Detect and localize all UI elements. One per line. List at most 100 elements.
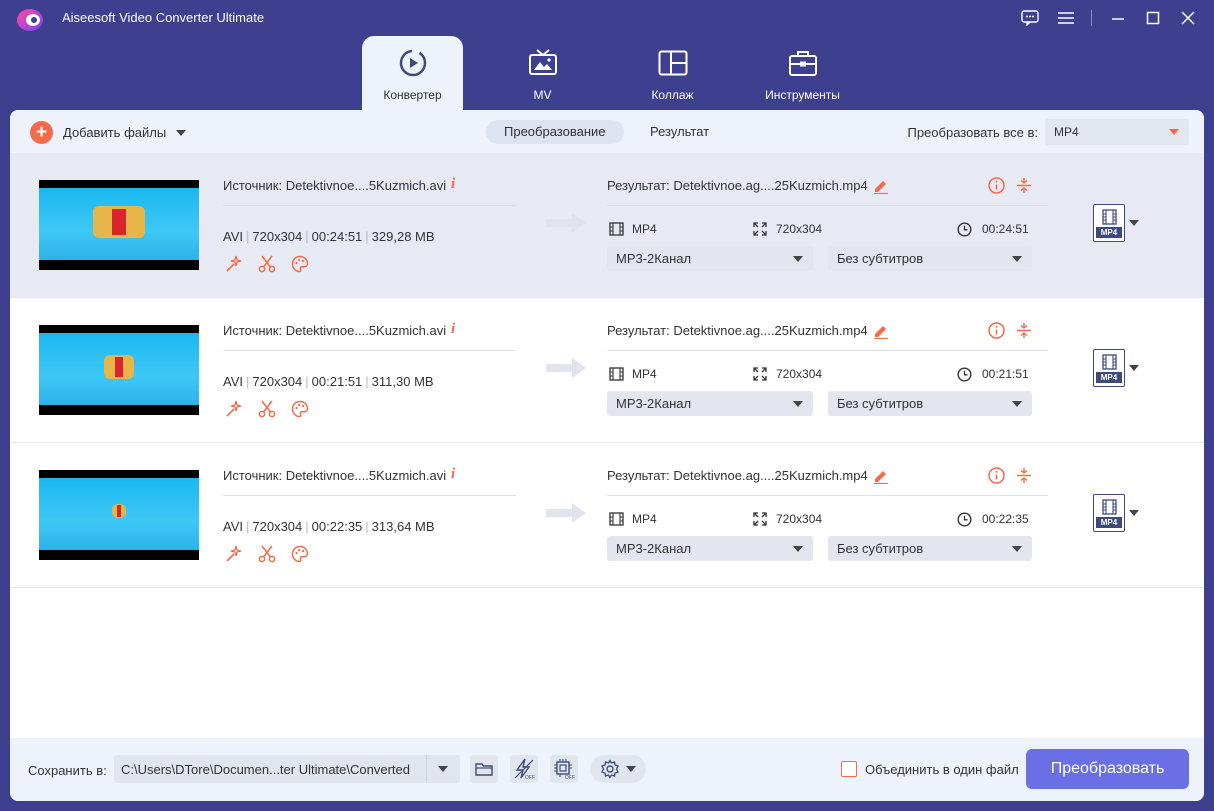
source-resolution: 720x304 — [252, 374, 303, 389]
video-thumbnail[interactable] — [39, 325, 199, 415]
output-path-field[interactable]: C:\Users\DTore\Documen...ter Ultimate\Co… — [114, 755, 460, 783]
audio-track-value: MP3-2Канал — [616, 396, 692, 411]
output-format-button[interactable]: MP4 — [1093, 204, 1125, 242]
output-format: MP4 — [608, 221, 657, 237]
chevron-down-icon — [793, 256, 803, 262]
hardware-accel-button[interactable]: OFF — [510, 755, 538, 783]
subtitle-select[interactable]: Без субтитров — [828, 391, 1032, 416]
merge-label: Объединить в один файл — [865, 761, 1019, 777]
chevron-down-icon[interactable] — [1129, 510, 1139, 516]
video-thumbnail[interactable] — [39, 470, 199, 560]
add-files-button[interactable]: + Добавить файлы — [30, 121, 187, 144]
scissors-icon[interactable] — [256, 253, 278, 275]
output-format-button[interactable]: MP4 — [1093, 349, 1125, 387]
gpu-accel-button[interactable]: OFF — [550, 755, 578, 783]
palette-icon[interactable] — [289, 398, 311, 420]
file-row[interactable]: Источник: Detektivnoe....5Kuzmich.avi i … — [10, 153, 1204, 298]
source-info-icon[interactable]: i — [451, 321, 455, 338]
feedback-icon[interactable] — [1019, 8, 1041, 28]
trim-icon[interactable] — [1016, 322, 1032, 339]
toolbox-icon — [786, 46, 820, 80]
path-dropdown-button[interactable] — [426, 755, 460, 783]
video-thumbnail[interactable] — [39, 180, 199, 270]
subtitle-select[interactable]: Без субтитров — [828, 246, 1032, 271]
open-folder-button[interactable] — [470, 755, 498, 783]
pencil-icon[interactable] — [873, 178, 889, 194]
app-title: Aiseesoft Video Converter Ultimate — [62, 10, 265, 25]
source-info-icon[interactable]: i — [451, 466, 455, 483]
divider — [607, 350, 1048, 351]
close-icon[interactable] — [1177, 8, 1199, 28]
format-badge: MP4 — [1096, 372, 1122, 383]
edit-tools — [223, 253, 322, 275]
merge-checkbox[interactable]: Объединить в один файл — [841, 761, 1019, 777]
source-meta: AVI | 720x304 | 00:21:51 | 311,30 MB — [223, 374, 434, 389]
bottom-bar: Сохранить в: C:\Users\DTore\Documen...te… — [10, 738, 1204, 801]
subtitle-value: Без субтитров — [837, 251, 924, 266]
convert-button[interactable]: Преобразовать — [1026, 749, 1189, 789]
title-separator — [1091, 10, 1092, 26]
palette-icon[interactable] — [289, 543, 311, 565]
source-filename: Источник: Detektivnoe....5Kuzmich.avi — [223, 468, 447, 483]
settings-button[interactable] — [590, 755, 646, 783]
audio-track-select[interactable]: MP3-2Канал — [607, 246, 813, 271]
tab-conversion[interactable]: Преобразование — [486, 120, 624, 144]
output-resolution: 720x304 — [752, 221, 822, 237]
result-filename: Результат: Detektivnoe.ag....25Kuzmich.m… — [607, 323, 868, 338]
output-format: MP4 — [608, 511, 657, 527]
tab-tools[interactable]: Инструменты — [752, 36, 853, 111]
source-info-icon[interactable]: i — [451, 176, 455, 193]
chevron-down-icon[interactable] — [1129, 365, 1139, 371]
menu-icon[interactable] — [1055, 8, 1077, 28]
resize-icon — [752, 511, 768, 527]
info-icon[interactable] — [988, 322, 1005, 339]
chevron-down-icon[interactable] — [1129, 220, 1139, 226]
scissors-icon[interactable] — [256, 543, 278, 565]
scissors-icon[interactable] — [256, 398, 278, 420]
pencil-icon[interactable] — [873, 323, 889, 339]
convert-all-label: Преобразовать все в: — [907, 125, 1038, 140]
trim-icon[interactable] — [1016, 177, 1032, 194]
main-tabs: Конвертер MV Коллаж Инструменты — [362, 36, 882, 111]
resize-icon — [752, 221, 768, 237]
chevron-down-icon — [1169, 129, 1179, 135]
file-row[interactable]: Источник: Detektivnoe....5Kuzmich.avi i … — [10, 298, 1204, 443]
subtitle-value: Без субтитров — [837, 541, 924, 556]
convert-all-select[interactable]: MP4 — [1045, 119, 1189, 145]
audio-track-select[interactable]: MP3-2Канал — [607, 391, 813, 416]
format-badge: MP4 — [1096, 517, 1122, 528]
save-to-label: Сохранить в: — [28, 763, 107, 778]
file-list: Источник: Detektivnoe....5Kuzmich.avi i … — [10, 153, 1204, 738]
source-duration: 00:24:51 — [311, 229, 363, 244]
tab-converter[interactable]: Конвертер — [362, 36, 463, 111]
pencil-icon[interactable] — [873, 468, 889, 484]
output-format-value: MP4 — [632, 222, 657, 236]
source-meta: AVI | 720x304 | 00:24:51 | 329,28 MB — [223, 229, 435, 244]
minimize-icon[interactable] — [1107, 8, 1129, 28]
palette-icon[interactable] — [289, 253, 311, 275]
film-icon — [608, 366, 624, 382]
audio-track-select[interactable]: MP3-2Канал — [607, 536, 813, 561]
magic-wand-icon[interactable] — [223, 253, 245, 275]
output-format-button[interactable]: MP4 — [1093, 494, 1125, 532]
tab-result[interactable]: Результат — [632, 120, 727, 144]
chevron-down-icon[interactable] — [176, 129, 187, 136]
folder-icon — [475, 763, 493, 776]
info-icon[interactable] — [988, 467, 1005, 484]
trim-icon[interactable] — [1016, 467, 1032, 484]
content-panel: + Добавить файлы Преобразование Результа… — [10, 110, 1204, 801]
thumbnail-object — [104, 355, 134, 379]
tab-collage[interactable]: Коллаж — [622, 36, 723, 111]
resize-icon — [752, 366, 768, 382]
magic-wand-icon[interactable] — [223, 543, 245, 565]
chevron-down-icon — [1012, 256, 1022, 262]
collage-icon — [656, 46, 690, 80]
magic-wand-icon[interactable] — [223, 398, 245, 420]
maximize-icon[interactable] — [1142, 8, 1164, 28]
info-icon[interactable] — [988, 177, 1005, 194]
meta-separator: | — [305, 229, 309, 244]
tab-mv[interactable]: MV — [492, 36, 593, 111]
merge-checkbox-box[interactable] — [841, 761, 857, 777]
subtitle-select[interactable]: Без субтитров — [828, 536, 1032, 561]
file-row[interactable]: Источник: Detektivnoe....5Kuzmich.avi i … — [10, 443, 1204, 588]
